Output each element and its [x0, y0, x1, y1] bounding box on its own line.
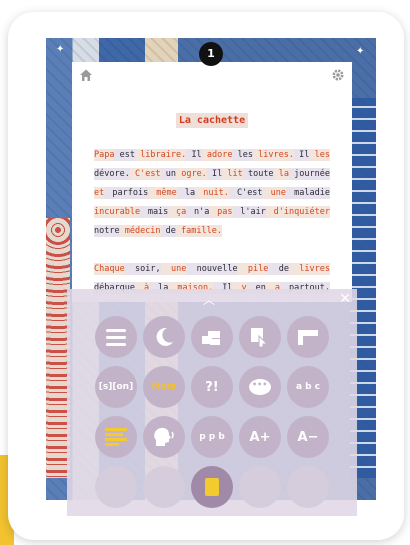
story-word: de: [160, 225, 176, 237]
punctuation-tool-button[interactable]: ?!: [191, 366, 233, 408]
chevron-up-icon[interactable]: ︿: [203, 291, 215, 308]
story-word: maladie: [286, 187, 330, 199]
story-word: famille.: [175, 225, 222, 237]
document-icon: [205, 478, 219, 496]
empty-tool-slot: [239, 466, 281, 508]
letter-pairs-tool-label: p p b: [199, 432, 225, 442]
reading-tools-panel: ︿ ✕ [s][on] Mots ?! a: [67, 289, 357, 516]
story-word: est: [114, 149, 136, 161]
story-word: de: [268, 263, 289, 275]
story-word: mais: [140, 206, 169, 218]
story-word: C'est: [129, 168, 161, 180]
story-word: journée: [288, 168, 330, 180]
star-icon: ✦: [356, 46, 365, 57]
story-word: incurable: [94, 206, 141, 218]
gear-icon[interactable]: [330, 68, 346, 84]
story-word: soir,: [124, 263, 161, 275]
story-word: notre: [94, 225, 120, 237]
font-increase-tool-label: A+: [249, 429, 271, 445]
close-icon[interactable]: ✕: [339, 291, 351, 307]
hand-pointer-icon: [251, 328, 269, 348]
empty-tool-slot: [95, 466, 137, 508]
story-word: lit: [222, 168, 243, 180]
story-text: Papa est libraire. Il adore les livres. …: [94, 146, 330, 302]
story-word: Papa: [94, 149, 115, 161]
word-color-tool-button[interactable]: Mots: [143, 366, 185, 408]
story-word: adore: [201, 149, 233, 161]
bookmark-tool-button[interactable]: [287, 316, 329, 358]
story-word: pile: [237, 263, 269, 275]
menu-tool-button[interactable]: [95, 316, 137, 358]
read-aloud-tool-button[interactable]: [143, 416, 185, 458]
story-word: un: [160, 168, 177, 180]
story-word: une: [262, 187, 287, 199]
font-decrease-tool-label: A−: [297, 429, 319, 445]
story-word: n'a: [186, 206, 210, 218]
story-word: et: [94, 187, 105, 199]
story-word: livres.: [252, 149, 294, 161]
home-icon[interactable]: [78, 68, 94, 84]
syllable-tool-label: [s][on]: [98, 382, 134, 392]
letter-spacing-tool-button[interactable]: a b c: [287, 366, 329, 408]
story-word: la: [176, 187, 196, 199]
story-word: les: [309, 149, 330, 161]
font-decrease-tool-button[interactable]: A−: [287, 416, 329, 458]
page-number-badge: 1: [199, 42, 223, 66]
pointer-tool-button[interactable]: [239, 316, 281, 358]
story-word: une: [160, 263, 187, 275]
speech-bubble-icon: [249, 379, 271, 395]
night-mode-tool-button[interactable]: [143, 316, 185, 358]
dialog-tool-button[interactable]: [239, 366, 281, 408]
story-word: nuit.: [195, 187, 229, 199]
tool-grid: [s][on] Mots ?! a b c p p b A+: [95, 316, 335, 512]
marker-icon: [202, 331, 220, 345]
punctuation-tool-label: ?!: [205, 379, 219, 395]
story-word: ça: [168, 206, 187, 218]
lines-icon: [105, 428, 127, 446]
line-color-tool-button[interactable]: [95, 416, 137, 458]
story-word: parfois: [104, 187, 149, 199]
hamburger-icon: [106, 328, 126, 346]
empty-tool-slot: [287, 466, 329, 508]
story-word: Il: [186, 149, 202, 161]
story-word: pas: [209, 206, 233, 218]
story-word: libraire.: [135, 149, 187, 161]
star-icon: ✦: [56, 44, 65, 55]
story-word: Il: [206, 168, 223, 180]
story-word: C'est: [228, 187, 263, 199]
story-word: la: [273, 168, 289, 180]
highlight-tool-button[interactable]: [191, 316, 233, 358]
moon-icon: [156, 327, 173, 346]
story-word: nouvelle: [186, 263, 238, 275]
syllable-tool-button[interactable]: [s][on]: [95, 366, 137, 408]
story-word: médecin: [119, 225, 161, 237]
story-word: d'inquiéter: [265, 206, 330, 218]
story-word: Chaque: [94, 263, 125, 275]
story-page: La cachette Papa est libraire. Il adore …: [72, 62, 352, 302]
story-paragraph-1: Papa est libraire. Il adore les livres. …: [94, 146, 330, 241]
story-title-text: La cachette: [175, 113, 249, 128]
story-word: toute: [242, 168, 274, 180]
font-increase-tool-button[interactable]: A+: [239, 416, 281, 458]
ruler-icon: [298, 330, 318, 345]
story-word: même: [148, 187, 177, 199]
document-tool-button[interactable]: [191, 466, 233, 508]
letter-pairs-tool-button[interactable]: p p b: [191, 416, 233, 458]
story-word: les: [232, 149, 253, 161]
empty-tool-slot: [143, 466, 185, 508]
speaking-head-icon: [154, 427, 174, 446]
word-color-tool-label: Mots: [151, 382, 177, 392]
story-word: l'air: [232, 206, 266, 218]
story-word: Il: [293, 149, 310, 161]
story-title: La cachette: [72, 108, 352, 128]
letter-spacing-tool-label: a b c: [295, 382, 321, 392]
story-word: livres: [288, 263, 330, 275]
story-word: ogre.: [176, 168, 207, 180]
story-word: dévore.: [94, 168, 130, 180]
